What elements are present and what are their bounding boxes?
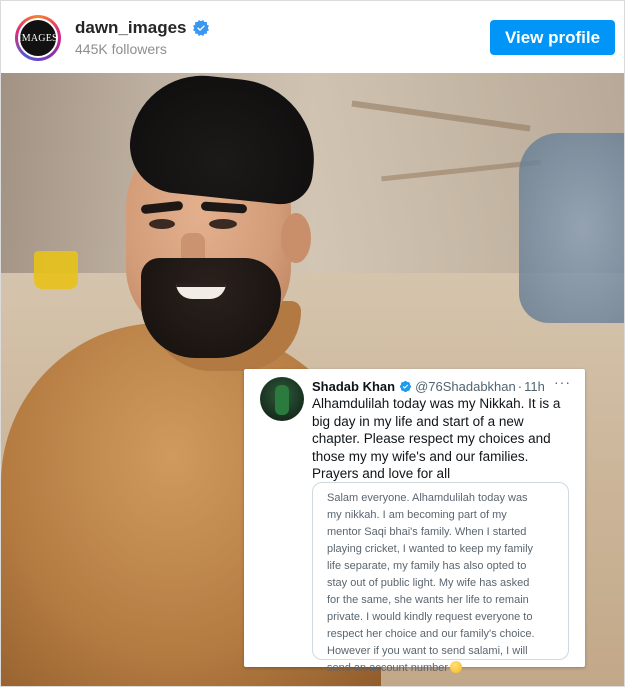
view-profile-button[interactable]: View profile [490, 20, 615, 55]
quoted-note-text: Salam everyone. Alhamdulilah today was m… [327, 490, 565, 677]
quote-line: respect her choice and our family's choi… [327, 628, 535, 640]
tweet-author-name: Shadab Khan [312, 378, 396, 394]
tweet-text: Alhamdulilah today was my Nikkah. It is … [312, 395, 580, 483]
avatar-logo-text: IMAGES [18, 32, 58, 44]
quote-line: for the same, she wants her life to rema… [327, 594, 529, 606]
grinning-face-emoji-icon [450, 661, 463, 673]
tweet-separator: · [517, 378, 523, 394]
quote-line: my nikkah. I am becoming part of my [327, 509, 507, 521]
tweet-text-line: those my my wife's and our families. [312, 448, 529, 464]
tweet-avatar [260, 377, 304, 421]
tweet-time: 11h [524, 378, 545, 394]
quote-line: Salam everyone. Alhamdulilah today was [327, 492, 528, 504]
person-eye [209, 219, 237, 229]
tweet-text-line: Alhamdulilah today was my Nikkah. It is … [312, 396, 561, 411]
post-header: IMAGES dawn_images 445K followers View p… [1, 1, 624, 73]
quote-line: life separate, my family has also opted … [327, 560, 527, 572]
tweet-text-line: big day in my life and start of a new [312, 413, 524, 429]
quote-line: mentor Saqi bhai's family. When I starte… [327, 526, 527, 538]
quote-line-last: send an account number [327, 660, 565, 677]
background-bucket [34, 251, 78, 289]
tweet-handle: @76Shadabkhan [415, 378, 516, 394]
tweet-text-line: chapter. Please respect my choices and [312, 431, 551, 446]
person-ear [281, 213, 311, 263]
verified-badge-icon [400, 380, 412, 392]
quote-line: stay out of public light. My wife has as… [327, 577, 530, 589]
quote-line: However if you want to send salami, I wi… [327, 645, 528, 657]
avatar-image: IMAGES [18, 18, 58, 58]
quote-line: playing cricket, I wanted to keep my fam… [327, 543, 534, 555]
post-image[interactable]: Shadab Khan @76Shadabkhan · 11h ··· Alha… [1, 73, 624, 686]
quote-line: private. I would kindly request everyone… [327, 611, 533, 623]
tweet-screenshot: Shadab Khan @76Shadabkhan · 11h ··· Alha… [244, 369, 585, 674]
followers-count: 445K followers [75, 41, 167, 57]
profile-avatar[interactable]: IMAGES [15, 15, 61, 61]
username-link[interactable]: dawn_images [75, 18, 187, 38]
background-tarp [519, 133, 624, 323]
verified-badge-icon [192, 20, 209, 36]
quote-line: send an account number [327, 662, 449, 674]
more-options-icon: ··· [554, 374, 571, 390]
instagram-embed: IMAGES dawn_images 445K followers View p… [0, 0, 625, 687]
tweet-header: Shadab Khan @76Shadabkhan · 11h [312, 377, 577, 395]
person-eye [149, 219, 175, 229]
tweet-text-line: Prayers and love for all [312, 466, 451, 481]
username-row: dawn_images [75, 18, 209, 38]
quoted-note: Salam everyone. Alhamdulilah today was m… [312, 482, 569, 674]
